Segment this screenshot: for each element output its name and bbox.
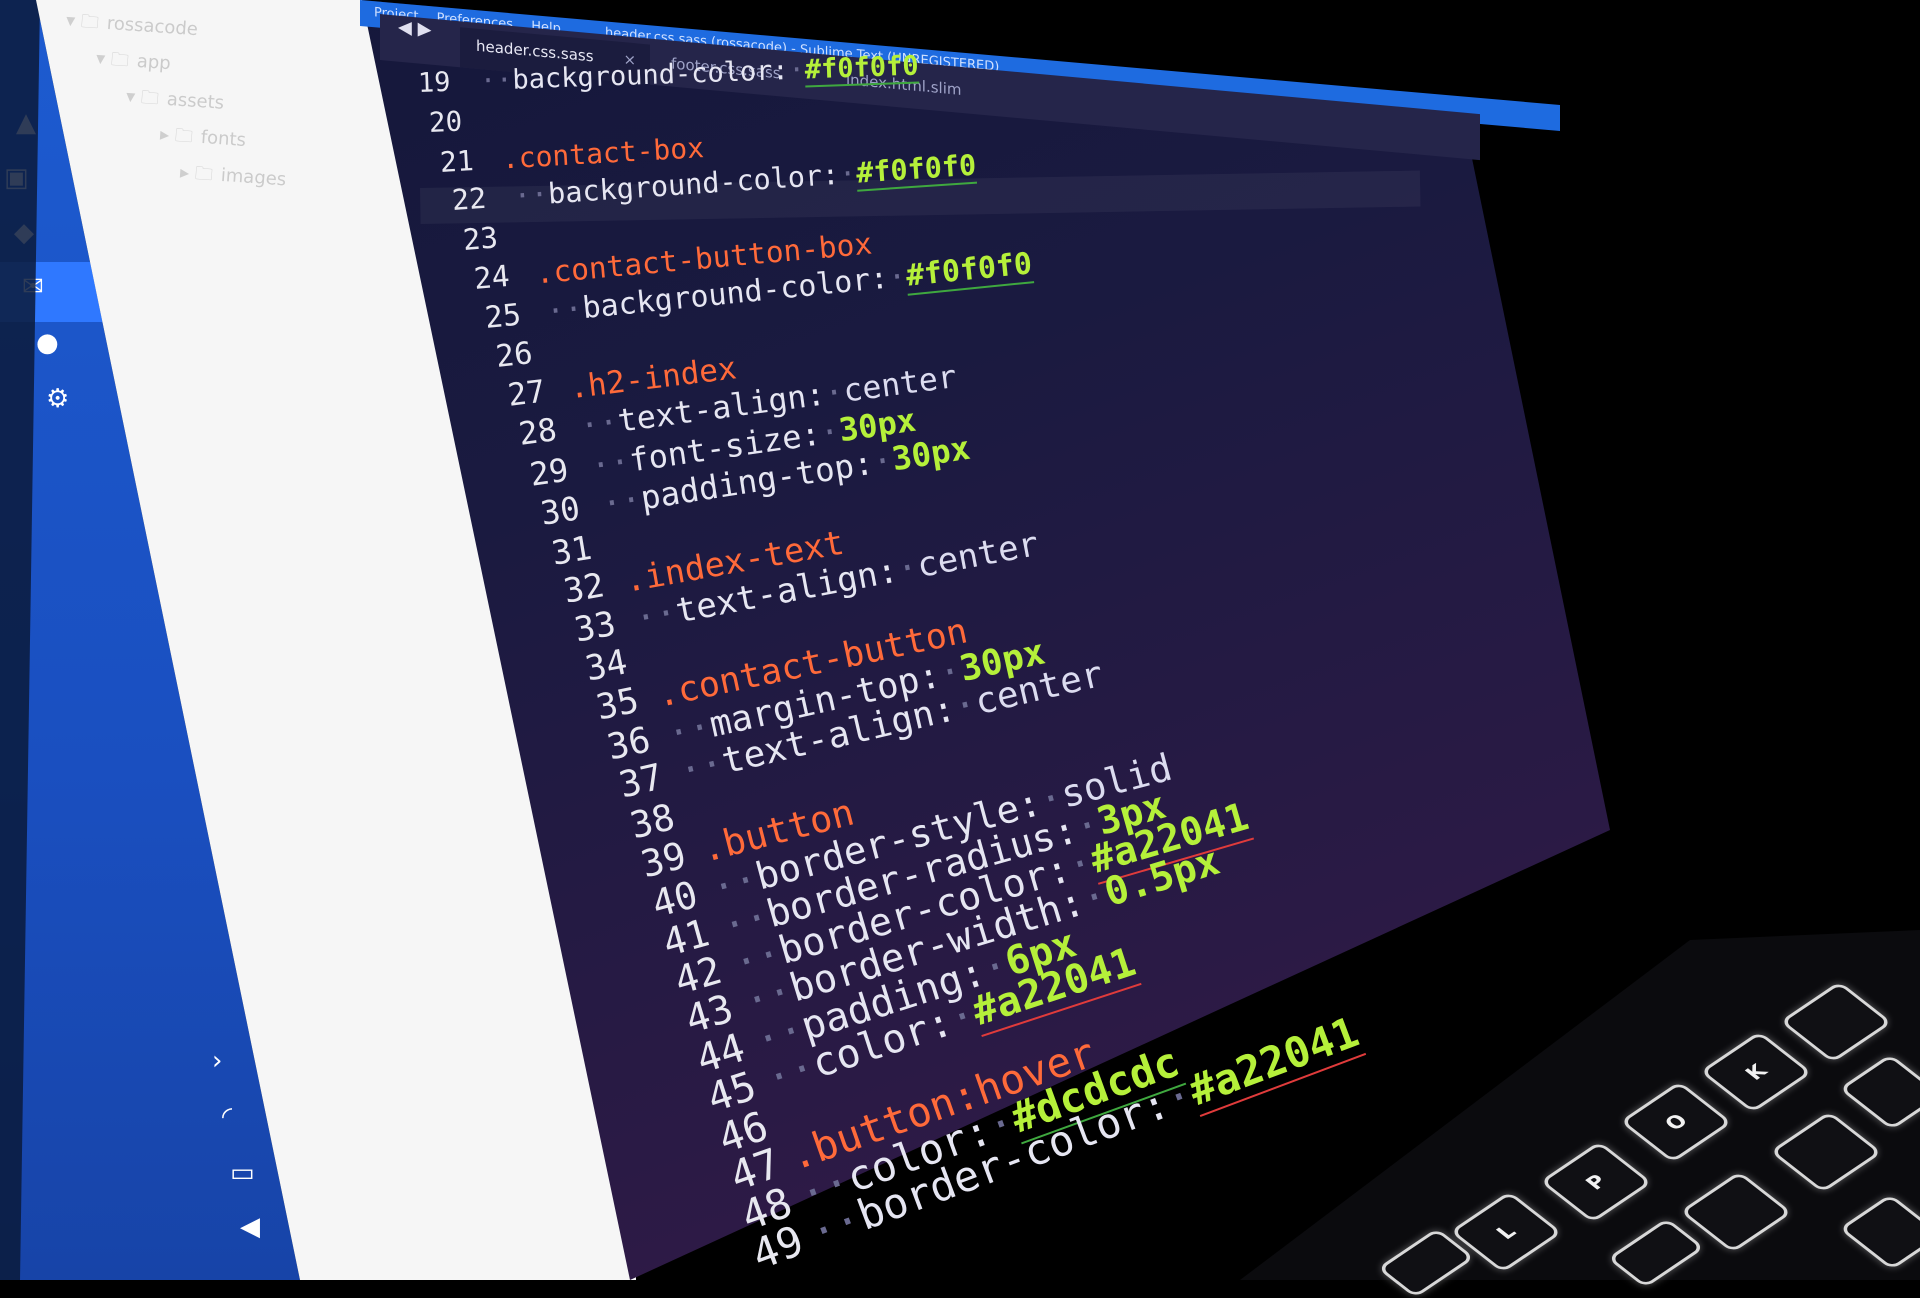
indent-guide: ·· bbox=[479, 64, 513, 97]
line-number: 19 bbox=[417, 66, 452, 99]
indent-guide: ·· bbox=[632, 592, 680, 640]
settings-gear-icon[interactable]: ⚙ bbox=[46, 386, 69, 412]
tree-item[interactable]: ▾ 🗀 app bbox=[95, 46, 172, 81]
css-value: #a22041 bbox=[1182, 1007, 1366, 1118]
line-number: 24 bbox=[472, 258, 511, 296]
tree-item[interactable]: ▸ 🗀 fonts bbox=[159, 122, 247, 158]
line-number: 26 bbox=[494, 335, 535, 375]
code-line[interactable]: 26 bbox=[494, 333, 559, 375]
chevron-right-icon[interactable]: › bbox=[212, 1048, 222, 1074]
battery-icon: ▭ bbox=[230, 1158, 255, 1188]
line-number: 23 bbox=[461, 220, 499, 258]
line-number: 25 bbox=[483, 297, 523, 336]
line-number: 20 bbox=[428, 105, 464, 139]
volume-icon[interactable]: ◀ bbox=[240, 1214, 260, 1240]
indent-guide: ·· bbox=[545, 291, 585, 330]
indent-guide: ·· bbox=[588, 441, 633, 485]
chat-icon[interactable]: ● bbox=[36, 330, 59, 356]
code-line[interactable]: 20 bbox=[428, 104, 491, 139]
wifi-icon[interactable]: ◜ bbox=[222, 1104, 232, 1130]
indent-guide: ·· bbox=[512, 177, 549, 214]
tab-nav-arrows[interactable]: ◀ ▶ bbox=[398, 17, 431, 41]
css-value: #f0f0f0 bbox=[804, 50, 920, 88]
code-line[interactable]: 23 bbox=[461, 218, 525, 258]
line-number: 22 bbox=[450, 182, 487, 218]
indent-guide: ·· bbox=[599, 479, 645, 524]
tab-label: header.css.sass bbox=[476, 36, 594, 66]
line-number: 21 bbox=[439, 143, 475, 179]
indent-guide: ·· bbox=[577, 404, 621, 445]
